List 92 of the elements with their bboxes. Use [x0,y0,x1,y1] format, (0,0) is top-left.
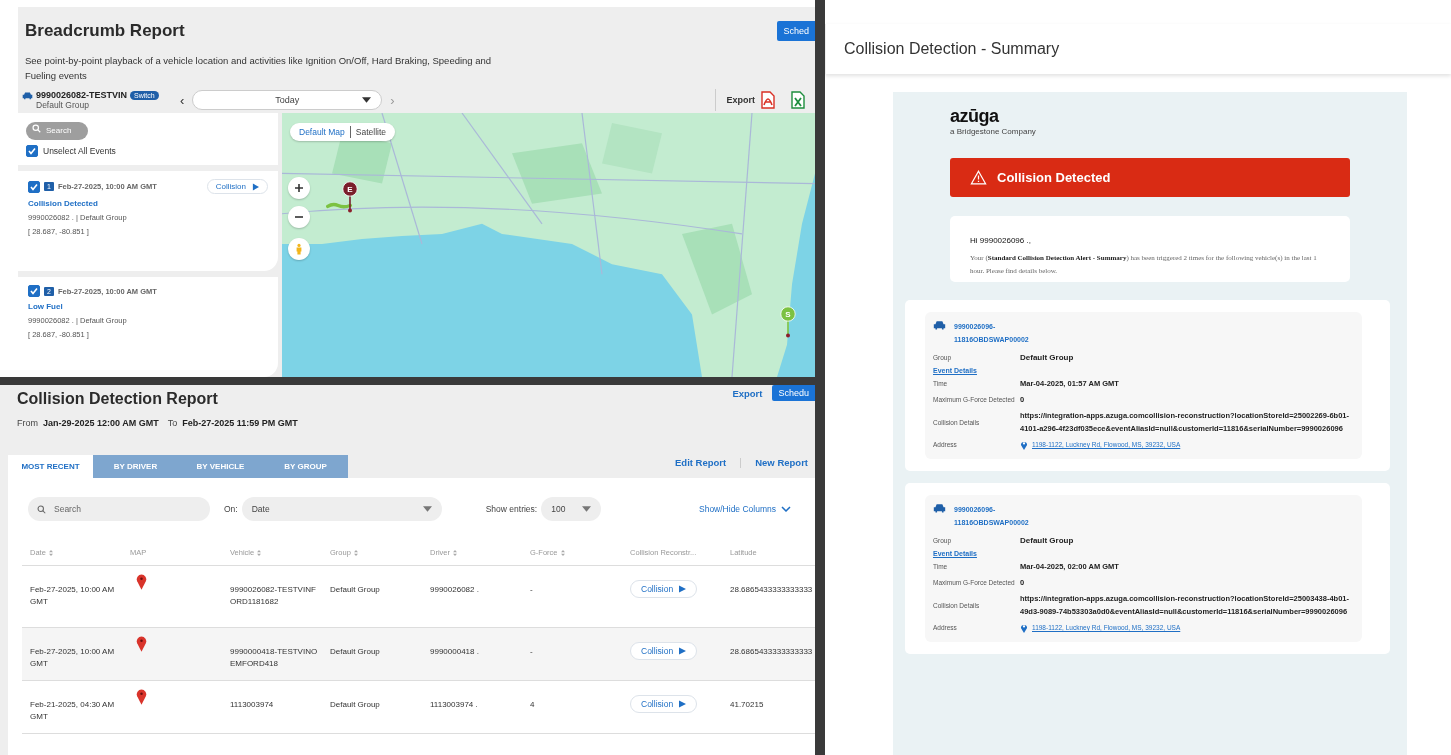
on-label: On: [224,504,238,514]
table-cell-text: 9990026082-TESTVINFORD1181682 [229,584,317,608]
collision-button[interactable]: Collision [630,695,698,713]
table-cell-text: 9990026082 . [429,584,480,596]
columns-toggle[interactable]: Show/Hide Columns [693,503,797,515]
location-pin-icon [1020,439,1028,450]
schedule-button[interactable]: Sched [777,21,815,41]
car-icon [22,90,33,100]
car-icon [933,320,946,330]
table-cell-text: Feb-27-2025, 10:00 AM GMT [29,584,116,608]
page-description: See point-by-point playback of a vehicle location and activities like Ignition On/Off, Hard Braking, Speeding and Fueling events [25,54,493,83]
range-label: To [167,418,178,428]
previous-button[interactable]: ‹ [178,92,187,108]
sort-icon [257,549,262,556]
checkbox[interactable] [28,180,40,193]
plus-icon [294,183,304,193]
event-title[interactable]: Low Fuel [28,302,268,311]
search-field[interactable]: Search [26,121,88,140]
collision-button[interactable]: Collision [630,642,698,660]
column-select[interactable]: Date [241,497,442,521]
play-icon [252,182,259,191]
excel-icon[interactable] [791,91,805,109]
checkbox-label: Unselect All Events [43,146,116,156]
greeting: Hi 9990026096 ., [970,236,1031,245]
vehicle-group: Default Group [22,100,172,110]
sort-icon [353,549,358,556]
collision-button[interactable]: Collision [630,580,698,598]
table-cell-text: 41.70215 [729,699,765,711]
sort-icon [453,549,457,556]
report-link[interactable]: New Report [755,457,808,468]
person-icon [295,242,303,256]
chevron-icon [781,506,791,512]
range-value: Jan-29-2025 12:00 AM GMT [43,418,159,428]
sort-icon [48,549,53,556]
search-icon [37,504,46,514]
entries-label: Show entries: [485,504,538,514]
report-link[interactable]: Edit Report [675,457,727,468]
table-cell-text: Feb-21-2025, 04:30 AM GMT [29,699,116,723]
caret-icon [582,506,592,512]
checkbox[interactable] [26,145,38,157]
date-select[interactable]: Today [192,90,383,110]
schedule-button[interactable]: Schedu [772,385,815,401]
export-label: Export [726,95,755,105]
report-title: Collision Detection Report [17,390,219,408]
warning-icon [970,170,987,185]
table-cell-text: Default Group [329,646,381,658]
sort-icon [560,549,565,556]
dialog-title: Collision Detection - Summary [844,40,1060,58]
collision-button[interactable]: Collision [206,179,268,194]
caret-icon [422,506,432,512]
play-icon [679,647,687,655]
table-cell-text: 28.6865433333333333 [729,646,814,658]
play-icon [679,700,687,708]
range-value: Feb-27-2025 11:59 PM GMT [182,418,298,428]
vehicle-name: 9990026082-TESTVIN [36,90,128,100]
search-field[interactable]: Search [28,497,210,521]
entries-select[interactable]: 100 [541,497,602,521]
map-mode-tab[interactable]: Default Map [294,126,350,138]
logo-tagline: a Bridgestone Company [950,127,1037,136]
export-link[interactable]: Export [732,387,763,399]
table-cell-text: - [529,584,534,596]
play-icon [679,585,687,593]
car-icon [933,503,946,513]
tab[interactable]: MOST RECENT [8,455,93,478]
map-mode-tab[interactable]: Satellite [349,126,392,138]
page-title: Breadcrumb Report [25,21,186,41]
minus-icon [294,216,304,218]
table-cell-text: Default Group [329,699,381,711]
table-cell-text: 1113003974 [229,699,275,711]
map-pin-icon[interactable] [136,574,147,590]
range-label: From [17,418,38,428]
checkbox[interactable] [28,285,40,297]
map-pin-icon[interactable] [136,636,147,652]
table-cell-text: 4 [529,699,536,711]
table-cell-text: - [529,646,534,658]
table-cell-text: 28.6865433333333333 [729,584,814,596]
logo: azūga [950,106,1000,127]
field-value: Default Group [1020,352,1074,364]
alert-title: Collision Detected [997,170,1111,185]
table-cell-text: 1113003974 . [429,699,479,711]
search-icon [32,123,41,133]
table-cell-text: Feb-27-2025, 10:00 AM GMT [29,646,116,670]
table-cell-text: 9990000418-TESTVINOEMFORD418 [229,646,319,670]
map-pin-icon[interactable] [136,689,147,705]
pdf-icon[interactable] [761,91,775,109]
caret-icon [362,97,372,103]
route-line [326,201,352,210]
location-pin-icon [1020,622,1028,633]
event-title[interactable]: Collision Detected [28,199,268,208]
table-cell-text: 9990000418 . [429,646,480,658]
field-value: Default Group [1020,535,1074,547]
table-cell-text: Default Group [329,584,381,596]
